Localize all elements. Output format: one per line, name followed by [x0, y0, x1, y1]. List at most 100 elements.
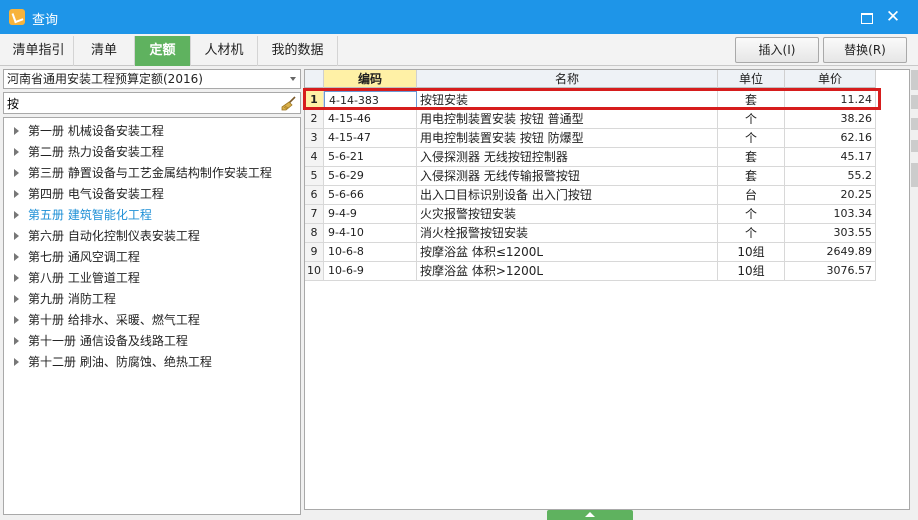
- tree-item-label: 第十册 给排水、采暖、燃气工程: [28, 313, 200, 327]
- tab-bar: 清单指引 清单 定额 人材机 我的数据 插入(I) 替换(R): [0, 34, 918, 66]
- tree-item-label: 第六册 自动化控制仪表安装工程: [28, 229, 200, 243]
- expand-arrow-icon[interactable]: [14, 295, 19, 303]
- quota-library-select[interactable]: 河南省通用安装工程预算定额(2016): [3, 69, 301, 89]
- tree-item[interactable]: 第九册 消防工程: [14, 289, 116, 309]
- expand-arrow-icon[interactable]: [14, 148, 19, 156]
- expand-arrow-icon[interactable]: [14, 274, 19, 282]
- price-cell: 38.26: [785, 110, 876, 128]
- table-row[interactable]: 10 10-6-9 按摩浴盆 体积>1200L 10组 3076.57: [305, 262, 876, 281]
- tree-item-label: 第十二册 刷油、防腐蚀、绝热工程: [28, 355, 212, 369]
- code-cell: 10-6-8: [324, 243, 417, 261]
- name-cell: 入侵探测器 无线传输报警按钮: [417, 167, 718, 185]
- close-icon[interactable]: ✕: [883, 7, 903, 27]
- search-input[interactable]: [4, 93, 274, 113]
- tab-labor-material-machine[interactable]: 人材机: [191, 36, 258, 66]
- tree-item[interactable]: 第一册 机械设备安装工程: [14, 121, 164, 141]
- table-row[interactable]: 5 5-6-29 入侵探测器 无线传输报警按钮套 55.2: [305, 167, 876, 186]
- price-cell: 3076.57: [785, 262, 876, 280]
- price-cell: 11.24: [785, 91, 876, 109]
- code-cell: 4-15-46: [324, 110, 417, 128]
- tab-quota[interactable]: 定额: [135, 36, 191, 66]
- price-cell: 303.55: [785, 224, 876, 242]
- table-row[interactable]: 6 5-6-66 出入口目标识别设备 出入门按钮台 20.25: [305, 186, 876, 205]
- table-row[interactable]: 8 9-4-10 消火栓报警按钮安装个 303.55: [305, 224, 876, 243]
- table-row[interactable]: 2 4-15-46 用电控制装置安装 按钮 普通型个 38.26: [305, 110, 876, 129]
- tree-item[interactable]: 第二册 热力设备安装工程: [14, 142, 164, 162]
- app-icon: [9, 9, 25, 25]
- expand-panel-handle[interactable]: [547, 510, 633, 520]
- row-number-cell: 7: [305, 205, 324, 223]
- tab-my-data[interactable]: 我的数据: [258, 36, 338, 66]
- replace-button[interactable]: 替换(R): [823, 37, 907, 63]
- tree-item-label: 第十一册 通信设备及线路工程: [28, 334, 188, 348]
- code-cell: 4-15-47: [324, 129, 417, 147]
- unit-cell: 个: [718, 205, 785, 223]
- name-cell: 用电控制装置安装 按钮 普通型: [417, 110, 718, 128]
- expand-arrow-icon[interactable]: [14, 316, 19, 324]
- edge-control: [911, 163, 918, 187]
- row-number-cell: 6: [305, 186, 324, 204]
- tab-bill[interactable]: 清单: [74, 36, 135, 66]
- expand-arrow-icon[interactable]: [14, 127, 19, 135]
- row-number-cell: 5: [305, 167, 324, 185]
- tree-item[interactable]: 第七册 通风空调工程: [14, 247, 140, 267]
- price-cell: 62.16: [785, 129, 876, 147]
- code-cell: 5-6-21: [324, 148, 417, 166]
- unit-cell: 台: [718, 186, 785, 204]
- name-cell: 火灾报警按钮安装: [417, 205, 718, 223]
- price-cell: 45.17: [785, 148, 876, 166]
- tree-item-label: 第八册 工业管道工程: [28, 271, 140, 285]
- edge-control: [911, 118, 918, 130]
- expand-arrow-icon[interactable]: [14, 358, 19, 366]
- column-header-unit[interactable]: 单位: [718, 70, 785, 88]
- table-row[interactable]: 4 5-6-21 入侵探测器 无线按钮控制器套 45.17: [305, 148, 876, 167]
- column-header-code[interactable]: 编码: [324, 70, 417, 88]
- code-cell: 5-6-29: [324, 167, 417, 185]
- expand-arrow-icon[interactable]: [14, 337, 19, 345]
- unit-cell: 套: [718, 91, 785, 109]
- column-header-price[interactable]: 单价: [785, 70, 876, 88]
- price-cell: 2649.89: [785, 243, 876, 261]
- unit-cell: 个: [718, 129, 785, 147]
- window-title: 查询: [32, 13, 59, 28]
- table-row[interactable]: 3 4-15-47 用电控制装置安装 按钮 防爆型个 62.16: [305, 129, 876, 148]
- code-cell: 9-4-9: [324, 205, 417, 223]
- maximize-icon[interactable]: [857, 7, 877, 27]
- code-cell: 10-6-9: [324, 262, 417, 280]
- tree-item[interactable]: 第十册 给排水、采暖、燃气工程: [14, 310, 200, 330]
- price-cell: 103.34: [785, 205, 876, 223]
- tree-item[interactable]: 第六册 自动化控制仪表安装工程: [14, 226, 200, 246]
- tree-item[interactable]: 第十二册 刷油、防腐蚀、绝热工程: [14, 352, 212, 372]
- insert-button[interactable]: 插入(I): [735, 37, 819, 63]
- tree-item-label: 第七册 通风空调工程: [28, 250, 140, 264]
- table-row[interactable]: 1 4-14-383 按钮安装套 11.24: [305, 91, 876, 110]
- expand-arrow-icon[interactable]: [14, 232, 19, 240]
- tree-item[interactable]: 第八册 工业管道工程: [14, 268, 140, 288]
- tree-item[interactable]: 第五册 建筑智能化工程: [14, 205, 152, 225]
- code-cell: 9-4-10: [324, 224, 417, 242]
- tab-bill-guide[interactable]: 清单指引: [4, 36, 74, 66]
- row-number-cell: 4: [305, 148, 324, 166]
- price-cell: 55.2: [785, 167, 876, 185]
- unit-cell: 个: [718, 110, 785, 128]
- broom-icon[interactable]: [281, 96, 297, 111]
- tree-item[interactable]: 第三册 静置设备与工艺金属结构制作安装工程: [14, 163, 272, 183]
- table-row[interactable]: 9 10-6-8 按摩浴盆 体积≤1200L 10组 2649.89: [305, 243, 876, 262]
- unit-cell: 10组: [718, 243, 785, 261]
- expand-arrow-icon[interactable]: [14, 211, 19, 219]
- table-row[interactable]: 7 9-4-9 火灾报警按钮安装个 103.34: [305, 205, 876, 224]
- quota-grid: 编码 名称 单位 单价 1 4-14-383 按钮安装套 11.24 2 4-15-46 用…: [304, 69, 910, 510]
- tree-item[interactable]: 第四册 电气设备安装工程: [14, 184, 164, 204]
- column-header-name[interactable]: 名称: [417, 70, 718, 88]
- tree-item-label: 第二册 热力设备安装工程: [28, 145, 164, 159]
- expand-arrow-icon[interactable]: [14, 253, 19, 261]
- name-cell: 消火栓报警按钮安装: [417, 224, 718, 242]
- tree-item[interactable]: 第十一册 通信设备及线路工程: [14, 331, 188, 351]
- expand-arrow-icon[interactable]: [14, 190, 19, 198]
- row-number-cell: 9: [305, 243, 324, 261]
- chapter-tree: 第一册 机械设备安装工程第二册 热力设备安装工程第三册 静置设备与工艺金属结构制…: [3, 117, 301, 515]
- edge-control: [911, 140, 918, 152]
- chevron-down-icon[interactable]: [290, 77, 296, 81]
- row-number-cell: 3: [305, 129, 324, 147]
- expand-arrow-icon[interactable]: [14, 169, 19, 177]
